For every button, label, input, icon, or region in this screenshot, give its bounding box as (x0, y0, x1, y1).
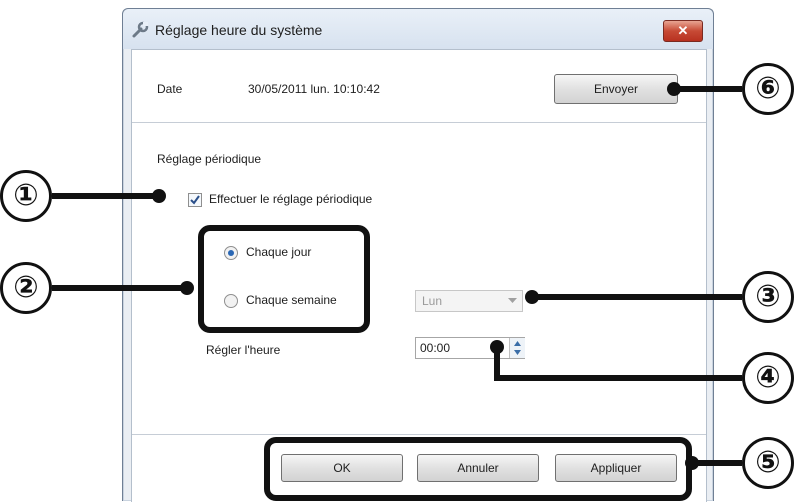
chevron-down-icon (508, 298, 517, 303)
callout-3-line (532, 294, 742, 300)
callout-4: ④ (742, 352, 794, 404)
checkmark-icon (190, 195, 200, 205)
separator-bottom (132, 434, 706, 436)
time-spinner[interactable]: 00:00 (415, 337, 525, 359)
date-label: Date (157, 82, 183, 96)
spin-down-icon[interactable] (514, 350, 521, 355)
title-bar: Réglage heure du système ✕ (123, 9, 713, 49)
close-button[interactable]: ✕ (663, 20, 703, 42)
callout-4-line (494, 375, 742, 381)
callout-6-line (672, 86, 742, 92)
footer-buttons-highlight (264, 437, 692, 501)
time-label: Régler l'heure (206, 343, 281, 357)
send-button[interactable]: Envoyer (554, 74, 678, 104)
spin-buttons[interactable] (509, 338, 525, 358)
callout-3: ③ (742, 271, 794, 323)
weekday-value: Lun (422, 294, 443, 308)
callout-6: ⑥ (742, 63, 794, 115)
callout-2-dot (180, 281, 194, 295)
periodic-section-label: Réglage périodique (157, 152, 262, 166)
periodic-checkbox-label: Effectuer le réglage périodique (209, 192, 373, 206)
separator-top (132, 122, 706, 124)
callout-2: ② (0, 262, 52, 314)
callout-5: ⑤ (742, 437, 794, 489)
date-value: 30/05/2011 lun. 10:10:42 (248, 82, 380, 96)
wrench-icon (132, 21, 149, 38)
time-value: 00:00 (420, 341, 451, 355)
callout-1-line (52, 193, 157, 199)
callout-1: ① (0, 170, 52, 222)
spin-up-icon[interactable] (514, 341, 521, 346)
weekday-select[interactable]: Lun (415, 290, 523, 312)
callout-5-line (690, 460, 742, 466)
radio-group-highlight (198, 225, 370, 333)
callout-1-dot (152, 189, 166, 203)
callout-2-line (52, 285, 192, 291)
periodic-checkbox[interactable] (188, 193, 202, 207)
dialog-title: Réglage heure du système (155, 22, 323, 38)
close-icon: ✕ (677, 23, 689, 38)
